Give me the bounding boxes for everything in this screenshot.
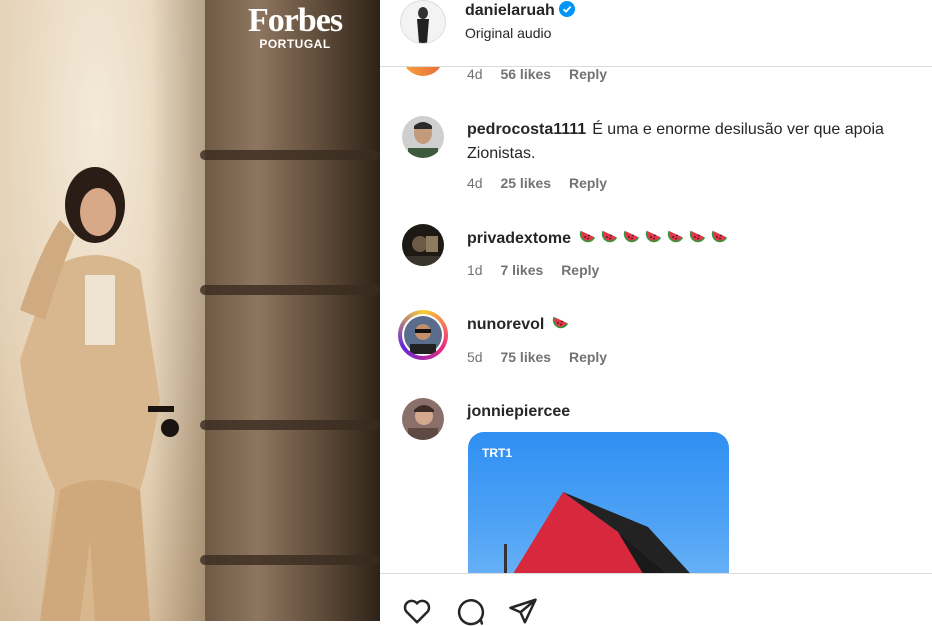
commenter-username[interactable]: privadextome bbox=[467, 230, 571, 247]
post-photo: Forbes PORTUGAL bbox=[0, 0, 380, 621]
comment-likes[interactable]: 7 likes bbox=[500, 262, 543, 278]
heart-icon[interactable] bbox=[402, 596, 432, 626]
flag-image bbox=[504, 492, 698, 582]
comment-age: 5d bbox=[467, 349, 483, 365]
story-ring-avatar[interactable] bbox=[398, 310, 448, 360]
comment-body: pedrocosta1111 É uma e enorme desilusão v… bbox=[467, 118, 927, 166]
commenter-avatar[interactable] bbox=[402, 224, 444, 266]
magazine-title: Forbes bbox=[247, 2, 343, 39]
watermelon-emoji bbox=[623, 230, 640, 243]
comment-likes[interactable]: 75 likes bbox=[500, 349, 551, 365]
comment-age: 1d bbox=[467, 262, 483, 278]
comments-panel: danielaruah Original audio 4d 56 likes R… bbox=[380, 0, 932, 626]
commenter-username[interactable]: jonniepiercee bbox=[467, 403, 570, 420]
comment-media[interactable]: TRT1 bbox=[468, 432, 729, 582]
comment-meta: 4d 56 likes Reply bbox=[467, 66, 621, 82]
magazine-logo: Forbes PORTUGAL bbox=[232, 2, 358, 51]
watermelon-emoji bbox=[601, 230, 618, 243]
watermelon-emoji bbox=[553, 316, 569, 329]
pillar-ring bbox=[200, 555, 380, 565]
comment-body: privadextome bbox=[467, 226, 927, 251]
reply-button[interactable]: Reply bbox=[569, 349, 607, 365]
comment-meta: 4d 25 likes Reply bbox=[467, 175, 621, 191]
watermelon-emoji bbox=[645, 230, 662, 243]
commenter-avatar[interactable] bbox=[402, 398, 444, 440]
reply-button[interactable]: Reply bbox=[561, 262, 599, 278]
author-username-text[interactable]: danielaruah bbox=[465, 2, 555, 19]
commenter-avatar[interactable] bbox=[402, 116, 444, 158]
comment-icon[interactable] bbox=[455, 596, 485, 626]
author-username[interactable]: danielaruah bbox=[465, 1, 575, 20]
emoji-row bbox=[577, 230, 731, 247]
emoji-row bbox=[550, 316, 572, 333]
woman-figure bbox=[20, 167, 160, 621]
reply-button[interactable]: Reply bbox=[569, 175, 607, 191]
verified-badge-icon bbox=[558, 1, 575, 17]
channel-logo: TRT1 bbox=[482, 446, 512, 460]
author-avatar[interactable] bbox=[400, 0, 446, 44]
stone-pillar bbox=[205, 0, 380, 621]
post-header: danielaruah Original audio bbox=[380, 0, 932, 67]
watermelon-emoji bbox=[689, 230, 706, 243]
comment-likes[interactable]: 56 likes bbox=[500, 66, 551, 82]
comment-age: 4d bbox=[467, 175, 483, 191]
audio-label[interactable]: Original audio bbox=[465, 25, 551, 41]
pillar-ring bbox=[200, 285, 380, 295]
paper-plane-icon[interactable] bbox=[508, 596, 538, 626]
post-actions bbox=[380, 573, 932, 626]
comment-meta: 5d 75 likes Reply bbox=[467, 349, 621, 365]
watermelon-emoji bbox=[667, 230, 684, 243]
comment-body: jonniepiercee bbox=[467, 400, 927, 424]
pillar-ring bbox=[200, 150, 380, 160]
watermelon-emoji bbox=[579, 230, 596, 243]
comment-body: nunorevol bbox=[467, 312, 927, 337]
wall-fixture bbox=[148, 406, 179, 437]
commenter-username[interactable]: pedrocosta1111 bbox=[467, 121, 586, 138]
comment-likes[interactable]: 25 likes bbox=[500, 175, 551, 191]
comment-age: 4d bbox=[467, 66, 483, 82]
watermelon-emoji bbox=[711, 230, 728, 243]
pillar-ring bbox=[200, 420, 380, 430]
commenter-username[interactable]: nunorevol bbox=[467, 316, 544, 333]
channel-logo-text: TRT1 bbox=[482, 446, 512, 460]
comment-meta: 1d 7 likes Reply bbox=[467, 262, 613, 278]
reply-button[interactable]: Reply bbox=[569, 66, 607, 82]
